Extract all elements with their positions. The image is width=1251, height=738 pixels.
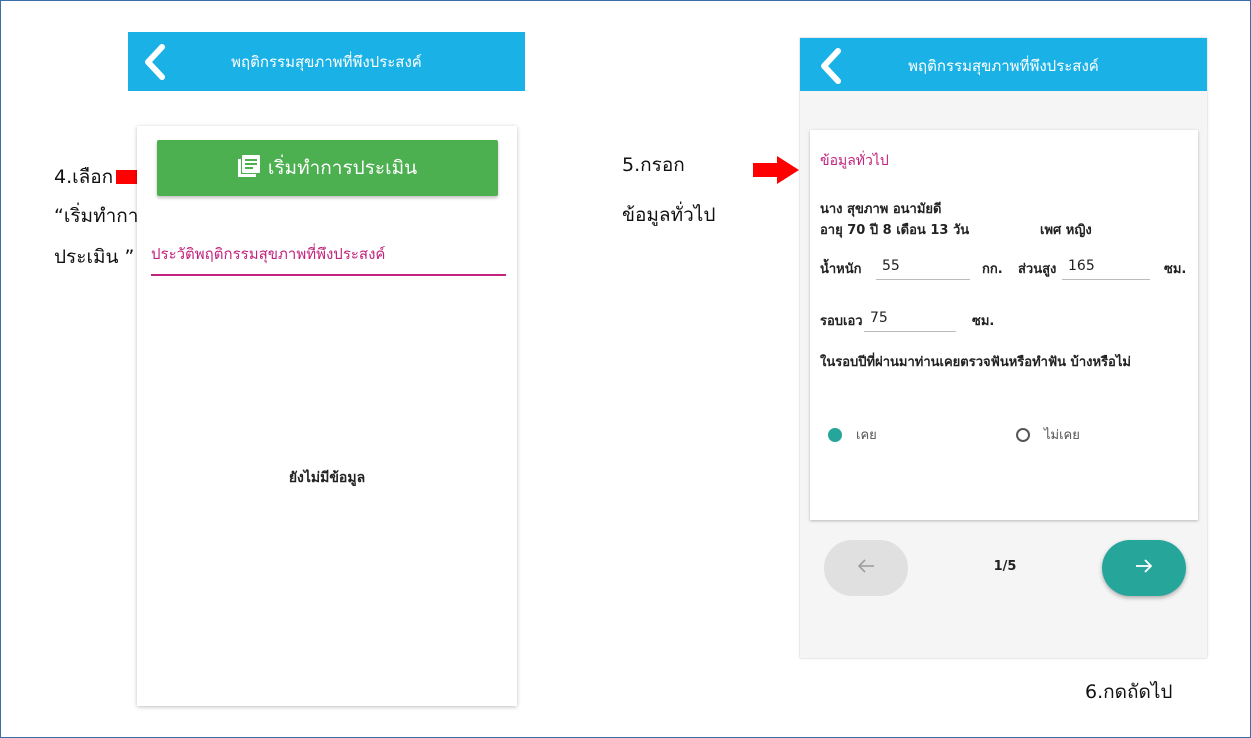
height-unit: ซม. bbox=[1164, 262, 1187, 277]
empty-state-text: ยังไม่มีข้อมูล bbox=[288, 470, 366, 486]
previous-button[interactable] bbox=[824, 540, 908, 596]
arrow-right-icon bbox=[1135, 558, 1153, 578]
step5-arrow-icon bbox=[753, 156, 799, 184]
left-app-header: พฤติกรรมสุขภาพที่พึงประสงค์ bbox=[128, 32, 525, 91]
library-books-icon bbox=[237, 154, 260, 182]
radio-option-yes[interactable]: เคย bbox=[828, 424, 877, 445]
right-app-header: พฤติกรรมสุขภาพที่พึงประสงค์ bbox=[800, 38, 1207, 91]
step5-label-line2: ข้อมูลทั่วไป bbox=[622, 204, 715, 227]
left-content-card: เริ่มทำการประเมิน ประวัติพฤติกรรมสุขภาพท… bbox=[137, 126, 517, 706]
radio-checked-icon bbox=[828, 427, 842, 442]
step4-label-line3: ประเมิน ” bbox=[54, 246, 134, 269]
weight-unit: กก. bbox=[982, 262, 1003, 277]
dental-question: ในรอบปีที่ผ่านมาท่านเคยตรวจฟันหรือทำฟัน … bbox=[820, 355, 1131, 370]
weight-field[interactable] bbox=[876, 252, 970, 280]
header-title: พฤติกรรมสุขภาพที่พึงประสงค์ bbox=[908, 57, 1099, 75]
general-info-card: ข้อมูลทั่วไป นาง สุขภาพ อนามัยดี อายุ 70… bbox=[810, 130, 1198, 520]
step5-line2: ข้อมูลทั่วไป bbox=[622, 204, 716, 226]
step4-line3: ประเมิน ” bbox=[54, 246, 135, 268]
step5-label: 5.กรอก bbox=[622, 154, 685, 177]
next-button[interactable] bbox=[1102, 540, 1186, 596]
header-title: พฤติกรรมสุขภาพที่พึงประสงค์ bbox=[231, 53, 422, 71]
radio-option-no[interactable]: ไม่เคย bbox=[1016, 424, 1080, 445]
step4-line2: “เริ่มทำการ bbox=[54, 205, 149, 227]
step5-line1: 5.กรอก bbox=[622, 154, 685, 176]
height-field[interactable] bbox=[1062, 252, 1150, 280]
waist-field[interactable] bbox=[864, 304, 956, 332]
right-phone-screen: พฤติกรรมสุขภาพที่พึงประสงค์ ข้อมูลทั่วไป… bbox=[800, 38, 1207, 658]
waist-label: รอบเอว bbox=[820, 314, 863, 329]
radio-unchecked-icon bbox=[1016, 427, 1030, 442]
arrow-left-icon bbox=[857, 558, 875, 578]
waist-unit: ซม. bbox=[972, 314, 995, 329]
step4-line1: 4.เลือก bbox=[54, 166, 114, 188]
height-label: ส่วนสูง bbox=[1018, 262, 1057, 277]
section-title: ข้อมูลทั่วไป bbox=[820, 153, 889, 169]
step4-label: 4.เลือก bbox=[54, 166, 113, 189]
weight-label: น้ำหนัก bbox=[820, 262, 862, 277]
start-button-label: เริ่มทำการประเมิน bbox=[267, 157, 418, 179]
gender-text: เพศ หญิง bbox=[1040, 223, 1092, 238]
age-text: อายุ 70 ปี 8 เดือน 13 วัน bbox=[820, 223, 970, 238]
person-name: นาง สุขภาพ อนามัยดี bbox=[820, 202, 942, 217]
step4-label-line2: “เริ่มทำการ bbox=[54, 205, 149, 228]
step6-text: 6.กดถัดไป bbox=[1085, 681, 1173, 703]
radio-label-yes: เคย bbox=[856, 428, 877, 443]
start-assessment-button[interactable]: เริ่มทำการประเมิน bbox=[157, 140, 498, 196]
radio-label-no: ไม่เคย bbox=[1044, 428, 1080, 443]
page-indicator: 1/5 bbox=[993, 559, 1017, 574]
step6-label: 6.กดถัดไป bbox=[1085, 681, 1172, 704]
history-title: ประวัติพฤติกรรมสุขภาพที่พึงประสงค์ bbox=[151, 242, 506, 276]
